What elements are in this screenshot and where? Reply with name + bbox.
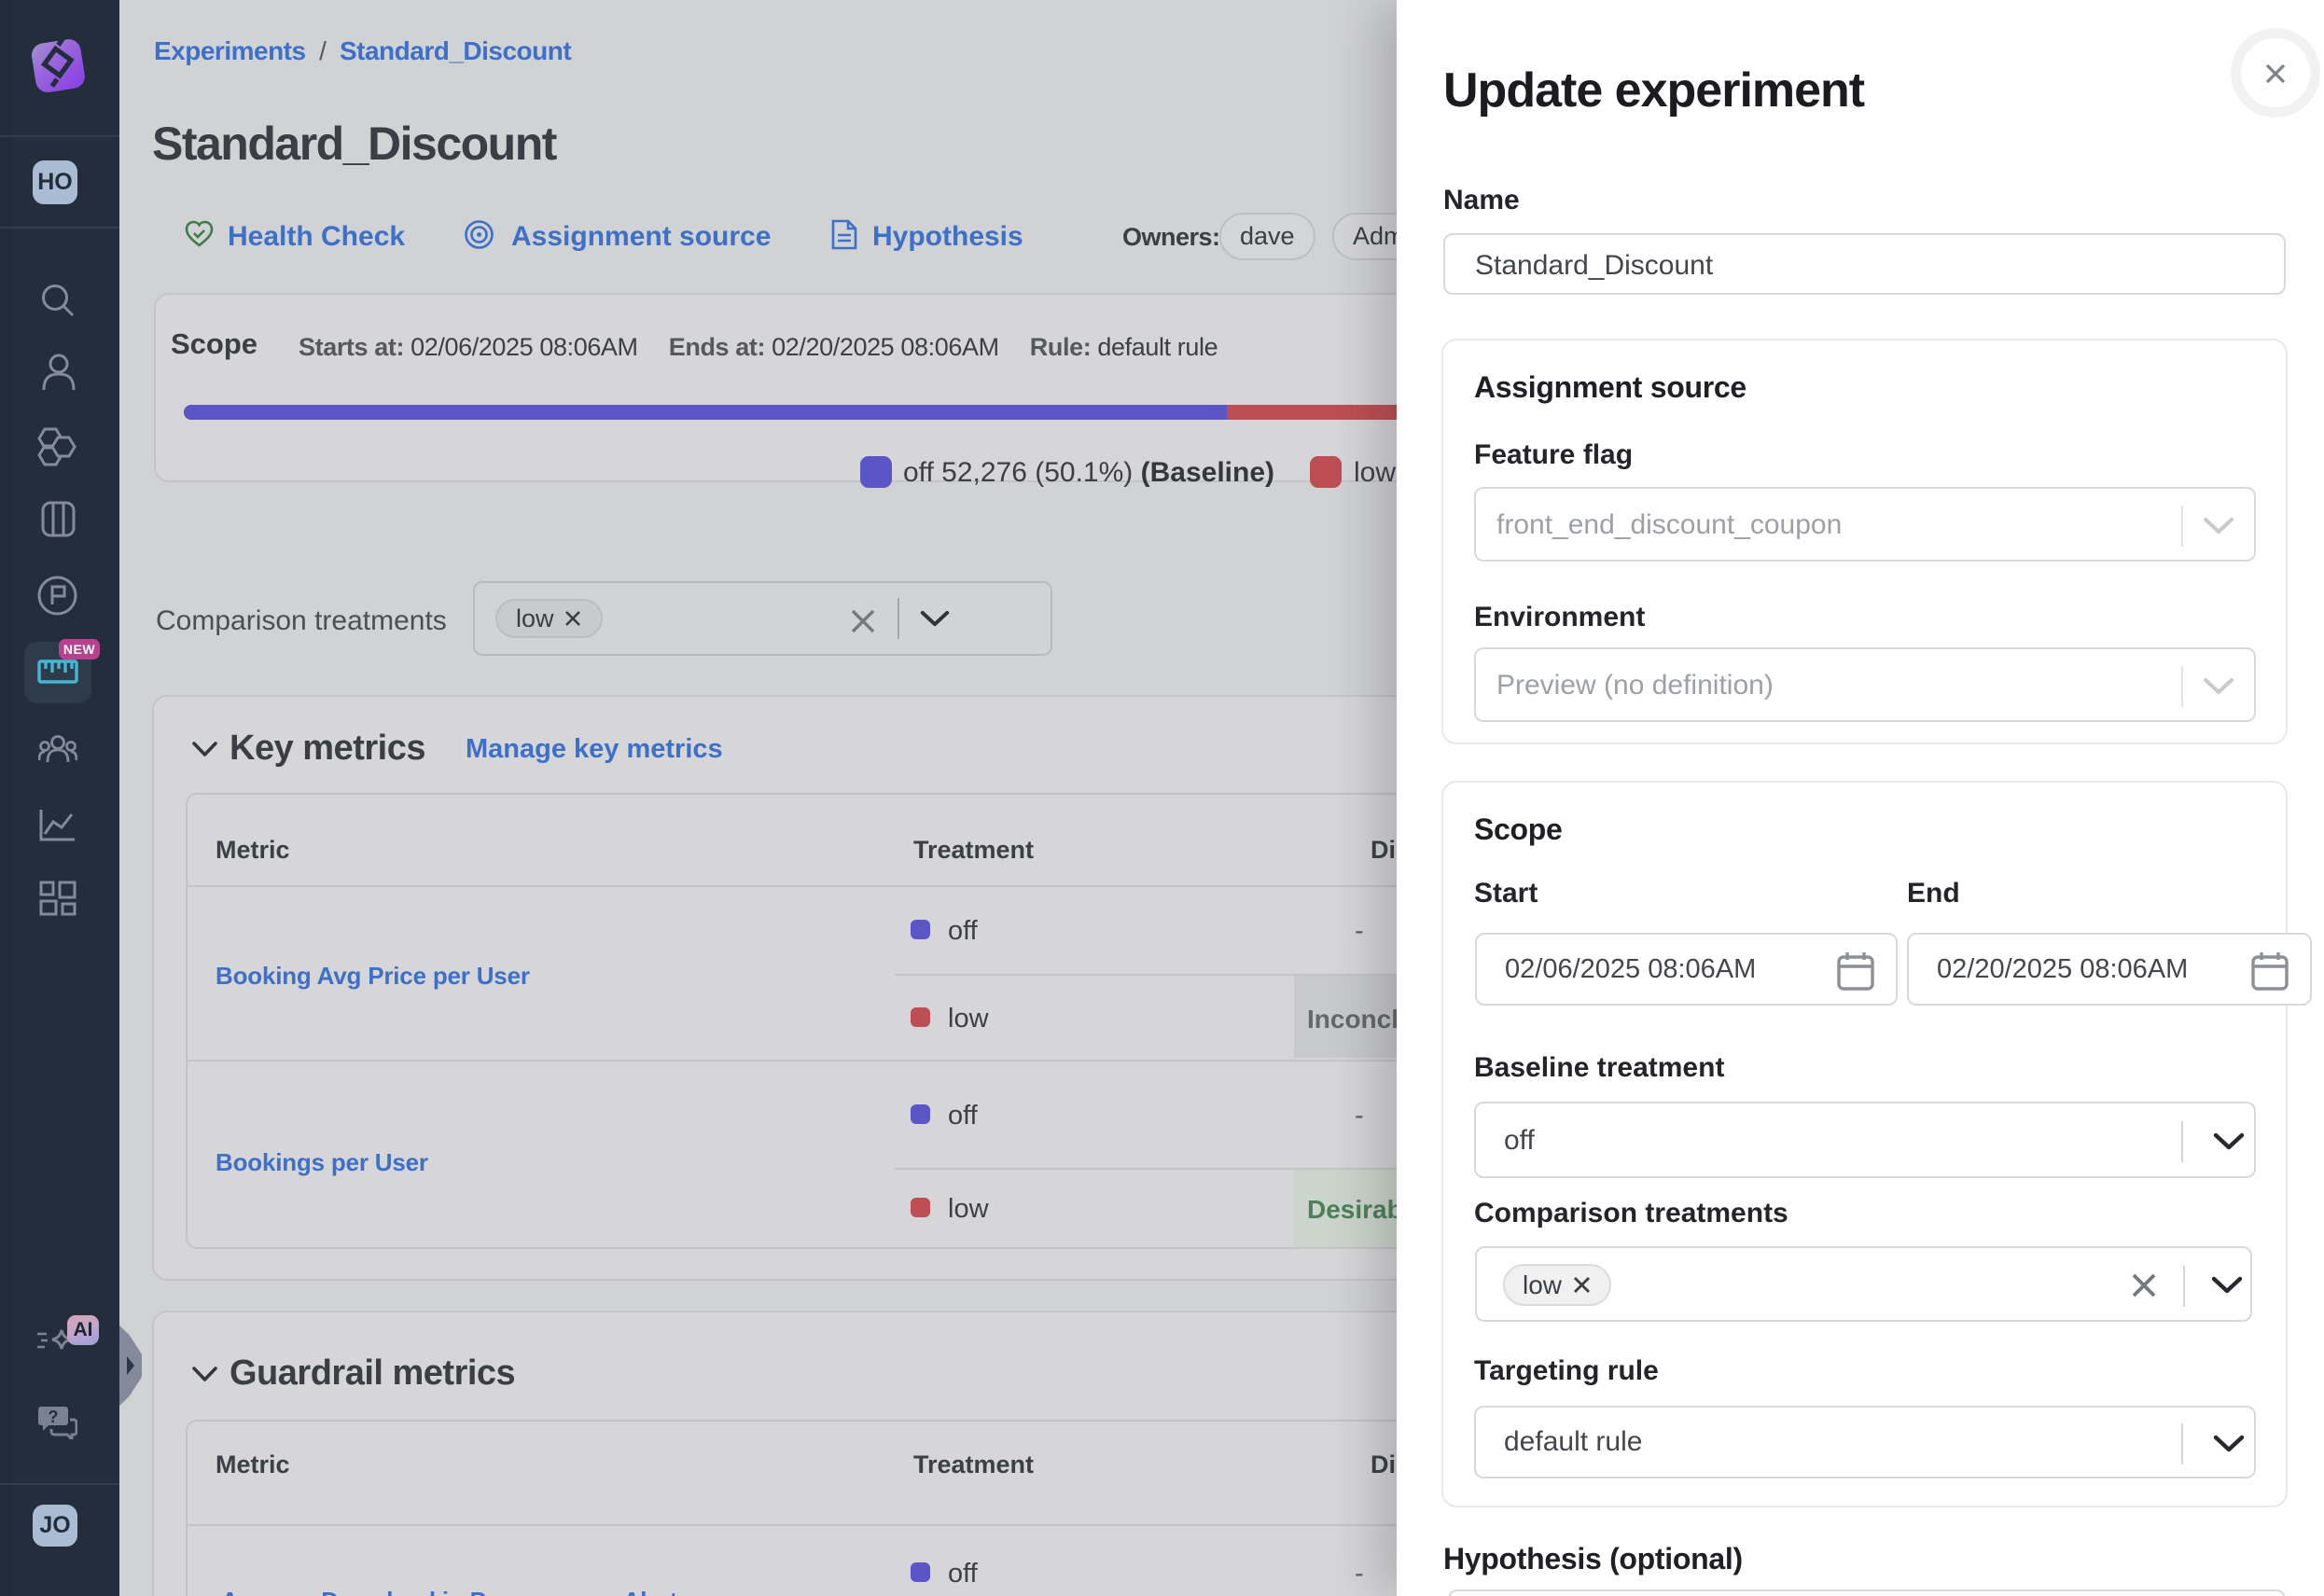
svg-text:?: ? (49, 1408, 59, 1426)
